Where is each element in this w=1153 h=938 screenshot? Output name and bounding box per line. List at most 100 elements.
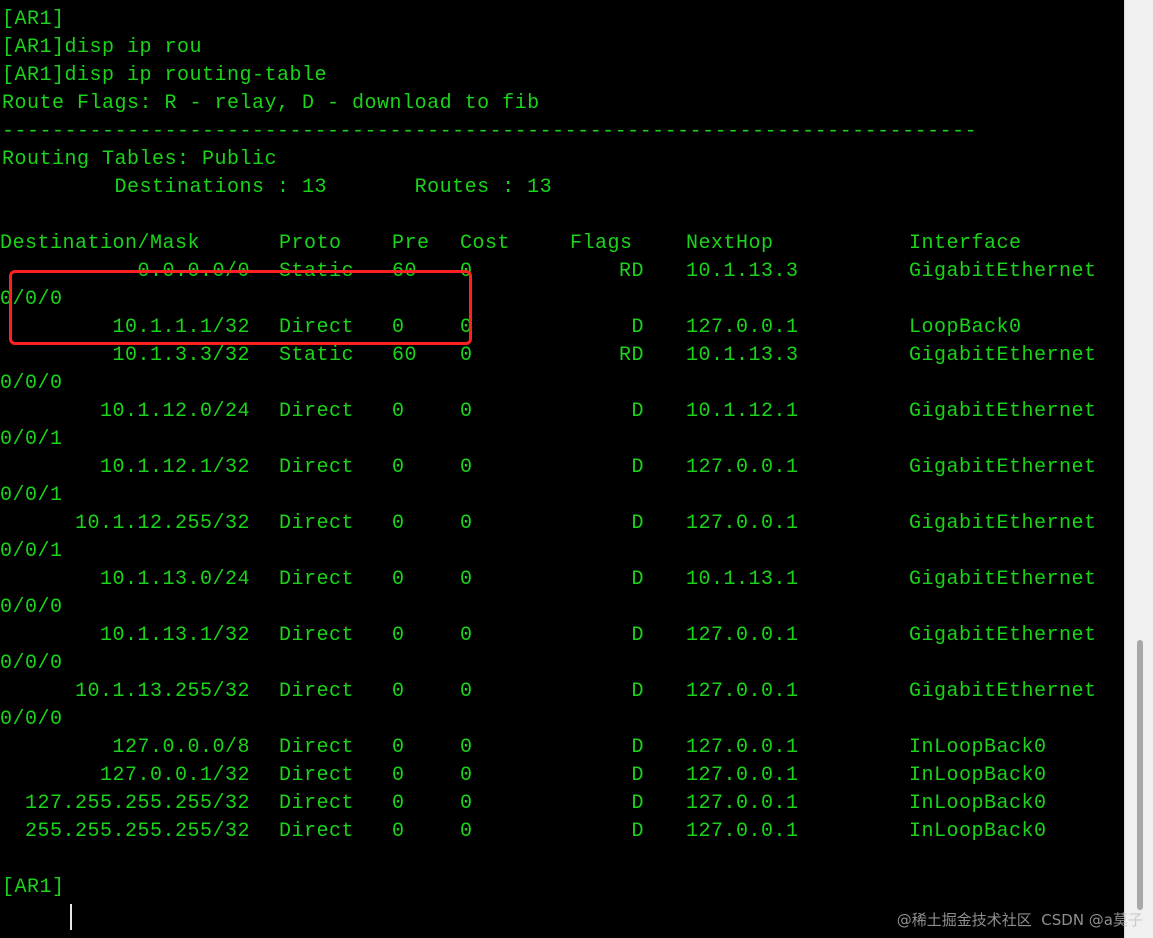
cell-cost: 0 [460,512,473,535]
column-header-interface: Interface [909,232,1022,255]
cell-interface: GigabitEthernet [909,512,1097,535]
table-row: 10.1.13.255/32 Direct 0 0 D 127.0.0.1 GigabitE… [0,678,1124,706]
table-row: 127.255.255.255/32 Direct 0 0 D 127.0.0.1 InLo… [0,790,1124,818]
column-header-destination: Destination/Mask [0,232,201,255]
cell-interface: GigabitEthernet [909,456,1097,479]
cell-flags: RD [618,344,644,367]
cell-proto: Direct [279,792,355,815]
column-header-cost: Cost [460,232,511,255]
cell-destination: 127.255.255.255/32 [24,792,250,815]
cell-proto: Direct [279,736,355,759]
column-header-proto: Proto [279,232,342,255]
cell-interface: InLoopBack0 [909,736,1047,759]
routing-tables-title: Routing Tables: Public [2,148,278,171]
interface-continuation: 0/0/0 [0,652,63,675]
cell-flags: D [631,820,644,843]
table-row: 10.1.13.0/24 Direct 0 0 D 10.1.13.1 GigabitEth… [0,566,1124,594]
separator-line: ----------------------------------------… [2,120,978,143]
column-header-pre: Pre [392,232,430,255]
cell-nexthop: 127.0.0.1 [686,624,799,647]
cell-pre: 0 [392,820,405,843]
cell-interface: InLoopBack0 [909,820,1047,843]
cell-flags: RD [618,260,644,283]
cell-cost: 0 [460,568,473,591]
cell-pre: 0 [392,512,405,535]
interface-continuation: 0/0/1 [0,428,63,451]
cell-destination: 255.255.255.255/32 [24,820,250,843]
interface-continuation: 0/0/0 [0,708,63,731]
cell-destination: 10.1.12.1/32 [99,456,250,479]
cell-cost: 0 [460,764,473,787]
cell-cost: 0 [460,456,473,479]
cell-pre: 0 [392,456,405,479]
cell-cost: 0 [460,624,473,647]
cell-flags: D [631,792,644,815]
scrollbar-thumb[interactable] [1137,640,1143,910]
cell-pre: 0 [392,568,405,591]
watermark: @稀土掘金技术社区 CSDN @a莫子 [896,911,1143,929]
cell-flags: D [631,624,644,647]
cell-cost: 0 [460,820,473,843]
cell-proto: Direct [279,568,355,591]
interface-continuation: 0/0/0 [0,596,63,619]
route-flags-legend: Route Flags: R - relay, D - download to … [2,92,540,115]
destinations-routes-count: Destinations : 13 Routes : 13 [2,176,553,199]
cell-proto: Direct [279,820,355,843]
cell-pre: 0 [392,736,405,759]
cell-nexthop: 127.0.0.1 [686,456,799,479]
cell-nexthop: 10.1.13.3 [686,260,799,283]
highlight-annotation-box [9,270,472,345]
cell-destination: 10.1.12.255/32 [74,512,250,535]
cell-flags: D [631,456,644,479]
cell-interface: GigabitEthernet [909,624,1097,647]
vertical-scrollbar[interactable] [1124,0,1153,938]
cell-nexthop: 127.0.0.1 [686,792,799,815]
cell-flags: D [631,400,644,423]
cell-cost: 0 [460,400,473,423]
cell-nexthop: 10.1.12.1 [686,400,799,423]
cell-interface: GigabitEthernet [909,344,1097,367]
cell-proto: Direct [279,512,355,535]
cell-proto: Direct [279,456,355,479]
cell-nexthop: 127.0.0.1 [686,820,799,843]
table-row: 10.1.13.1/32 Direct 0 0 D 127.0.0.1 GigabitEth… [0,622,1124,650]
cell-pre: 0 [392,400,405,423]
cell-proto: Direct [279,400,355,423]
cell-flags: D [631,680,644,703]
interface-continuation: 0/0/1 [0,540,63,563]
command-prompt[interactable]: [AR1] [2,874,65,902]
cell-nexthop: 127.0.0.1 [686,316,799,339]
command-line: [AR1]disp ip rou [2,36,203,59]
cell-cost: 0 [460,680,473,703]
cell-nexthop: 10.1.13.1 [686,568,799,591]
cell-pre: 0 [392,680,405,703]
cell-nexthop: 127.0.0.1 [686,736,799,759]
cell-flags: D [631,316,644,339]
cell-flags: D [631,568,644,591]
table-row: 255.255.255.255/32 Direct 0 0 D 127.0.0.1 InLo… [0,818,1124,846]
table-row: 10.1.3.3/32 Static 60 0 RD 10.1.13.3 GigabitEt… [0,342,1124,370]
interface-continuation: 0/0/0 [0,372,63,395]
cell-flags: D [631,764,644,787]
prompt-line: [AR1] [2,8,65,31]
table-row: 127.0.0.1/32 Direct 0 0 D 127.0.0.1 InLoopBack… [0,762,1124,790]
cell-cost: 0 [460,736,473,759]
cell-pre: 60 [392,344,418,367]
cell-pre: 0 [392,624,405,647]
cell-interface: InLoopBack0 [909,792,1047,815]
cell-nexthop: 10.1.13.3 [686,344,799,367]
table-row: 10.1.12.1/32 Direct 0 0 D 127.0.0.1 GigabitEth… [0,454,1124,482]
interface-continuation: 0/0/1 [0,484,63,507]
cell-pre: 0 [392,792,405,815]
table-row: 10.1.12.0/24 Direct 0 0 D 10.1.12.1 GigabitEth… [0,398,1124,426]
cell-destination: 10.1.13.0/24 [99,568,250,591]
cell-interface: GigabitEthernet [909,680,1097,703]
cell-flags: D [631,512,644,535]
terminal-window[interactable]: [AR1] [AR1]disp ip rou [AR1]disp ip routin… [0,0,1124,938]
column-header-nexthop: NextHop [686,232,774,255]
cell-destination: 10.1.3.3/32 [112,344,250,367]
cell-cost: 0 [460,344,473,367]
column-header-flags: Flags [570,232,633,255]
cell-proto: Direct [279,680,355,703]
cell-destination: 10.1.12.0/24 [99,400,250,423]
